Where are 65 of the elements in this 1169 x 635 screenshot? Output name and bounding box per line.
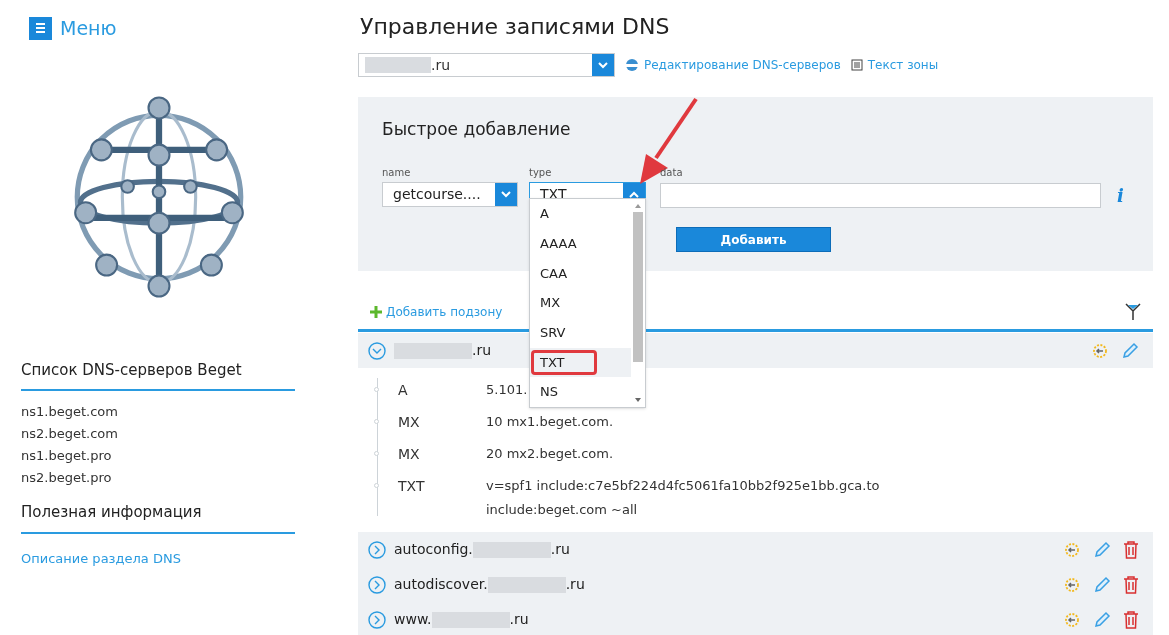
section-title: Полезная информация — [21, 501, 295, 534]
dropdown-option[interactable]: AAAA — [530, 228, 631, 259]
server-name: ns1.beget.pro — [21, 447, 113, 465]
gear-icon[interactable] — [1091, 341, 1109, 360]
server-name: ns1.beget.com — [21, 403, 119, 421]
zone-suffix: .ru — [472, 341, 492, 360]
expand-icon[interactable] — [368, 575, 386, 594]
select-field[interactable]: getcourse.... — [382, 181, 518, 207]
gear-icon[interactable] — [1063, 540, 1081, 559]
trash-icon[interactable] — [1123, 540, 1139, 559]
zone-row[interactable]: autodiscover. .ru — [358, 567, 1153, 602]
dropdown-option[interactable]: NS — [530, 377, 631, 408]
gear-icon[interactable] — [1063, 610, 1081, 629]
chevron-icon — [598, 61, 608, 69]
section-title: Список DNS-серверов Beget — [21, 358, 295, 391]
record-type: A — [398, 381, 409, 400]
record-value: include:beget.com ~all — [486, 501, 639, 519]
chevron-icon — [501, 190, 511, 198]
server-name: ns2.beget.pro — [21, 469, 113, 487]
field-label: data — [660, 165, 683, 180]
dropdown-option[interactable]: CAA — [530, 258, 631, 289]
trash-icon[interactable] — [1123, 575, 1139, 594]
data-field[interactable] — [660, 182, 1101, 208]
menu-icon — [29, 16, 52, 40]
pencil-icon[interactable] — [1093, 575, 1111, 594]
zone-prefix: autoconfig. — [394, 540, 473, 559]
plus-icon — [370, 306, 382, 318]
record-value: 5.101. — [486, 381, 528, 399]
expand-icon[interactable] — [368, 610, 386, 629]
zone-row[interactable]: www. .ru — [358, 602, 1153, 635]
zone-suffix: .ru — [550, 540, 570, 559]
filter-icon[interactable] — [1125, 303, 1141, 321]
add-button[interactable]: Добавить — [676, 227, 831, 252]
scroll-down-icon[interactable] — [634, 396, 642, 404]
gear-icon[interactable] — [1063, 575, 1081, 594]
zone-prefix: www. — [394, 610, 432, 629]
zone-suffix: .ru — [565, 575, 585, 594]
dropdown-option[interactable]: TXT — [530, 347, 631, 378]
pencil-icon[interactable] — [1121, 341, 1139, 360]
scroll-up-icon[interactable] — [634, 202, 642, 210]
page-title: Управление записями DNS — [360, 13, 671, 41]
globe-icon — [625, 58, 639, 72]
trash-icon[interactable] — [1123, 610, 1139, 629]
record-type: TXT — [398, 477, 426, 496]
zone-prefix: autodiscover. — [394, 575, 488, 594]
pencil-icon[interactable] — [1093, 540, 1111, 559]
record-type: MX — [398, 413, 421, 432]
field-label: name — [382, 165, 411, 180]
server-name: ns2.beget.com — [21, 425, 119, 443]
zone-row[interactable]: autoconfig. .ru — [358, 532, 1153, 567]
field-label: type — [529, 165, 552, 180]
collapse-icon[interactable] — [368, 341, 386, 360]
dropdown-option[interactable]: MX — [530, 288, 631, 318]
document-icon — [850, 59, 863, 71]
panel-title: Быстрое добавление — [382, 118, 572, 141]
record-value: v=spf1 include:c7e5bf224d4fc5061fa10bb2f925e1bb.gca.to — [486, 477, 880, 495]
pencil-icon[interactable] — [1093, 610, 1111, 629]
domain-select[interactable]: .ru — [358, 53, 615, 77]
redacted-block — [365, 57, 431, 73]
record-value: 10 mx1.beget.com. — [486, 413, 614, 431]
domain-text: .ru — [431, 55, 451, 75]
zone-suffix: .ru — [509, 610, 529, 629]
record-type: MX — [398, 445, 421, 464]
expand-icon[interactable] — [368, 540, 386, 559]
record-value: 20 mx2.beget.com. — [486, 445, 614, 463]
